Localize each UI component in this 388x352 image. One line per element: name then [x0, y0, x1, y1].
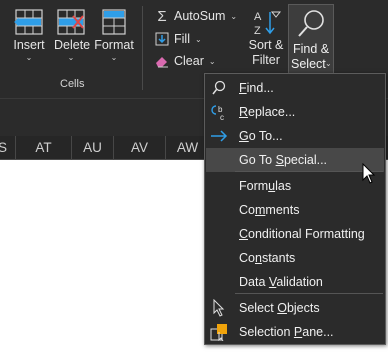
chevron-down-icon: ⌄ [230, 11, 238, 21]
chevron-down-icon: ⌄ [194, 34, 202, 44]
menu-separator [235, 293, 383, 294]
column-header[interactable]: S [0, 136, 16, 160]
menu-item[interactable]: Data Validation [206, 270, 384, 294]
delete-cells-icon [57, 9, 85, 35]
menu-item[interactable]: Constants [206, 246, 384, 270]
find-select-label-1: Find & [293, 42, 330, 56]
fill-down-icon [154, 31, 170, 47]
delete-label: Delete [54, 38, 91, 52]
find-select-button[interactable]: Find & Select ⌄ [288, 4, 334, 76]
sort-filter-label-2: Filter [252, 53, 280, 67]
menu-item-label: Replace... [239, 105, 296, 119]
menu-item[interactable]: Go To Special... [206, 148, 384, 172]
menu-item[interactable]: Select Objects [206, 296, 384, 320]
menu-item-label: Select Objects [239, 301, 320, 315]
format-cells-icon [102, 9, 126, 35]
insert-button[interactable]: Insert ⌄ [12, 8, 46, 63]
select-objects-icon [210, 299, 228, 317]
cells-group-label: Cells [60, 78, 85, 90]
excel-window: Insert ⌄ Delete ⌄ Format ⌄ Cells Σ AutoS… [0, 0, 388, 352]
chevron-down-icon: ⌄ [208, 56, 216, 66]
find-select-label-2: Select [291, 57, 326, 71]
chevron-down-icon: ⌄ [110, 53, 118, 62]
find-select-menu: Find... b c Replace... Go To... Go To Special… [204, 73, 386, 345]
clear-label: Clear [174, 54, 204, 68]
menu-item[interactable]: Formulas [206, 174, 384, 198]
clear-button[interactable]: Clear ⌄ [154, 51, 216, 71]
chevron-down-icon: ⌄ [325, 59, 332, 68]
chevron-down-icon: ⌄ [25, 53, 33, 62]
menu-item-label: Find... [239, 81, 274, 95]
menu-item-label: Constants [239, 251, 296, 265]
sort-filter-label-1: Sort & [248, 38, 284, 52]
fill-button[interactable]: Fill ⌄ [154, 29, 202, 49]
group-divider [142, 6, 143, 90]
eraser-icon [154, 53, 170, 69]
menu-item-label: Go To... [239, 129, 283, 143]
menu-item[interactable]: Selection Pane... [206, 320, 384, 344]
arrow-right-icon [210, 127, 228, 145]
format-label: Format [94, 38, 134, 52]
menu-item[interactable]: Go To... [206, 124, 384, 148]
autosum-button[interactable]: Σ AutoSum ⌄ [154, 6, 237, 26]
replace-icon: bc [210, 103, 228, 121]
menu-item[interactable]: b c Replace... [206, 100, 384, 124]
fill-label: Fill [174, 32, 190, 46]
chevron-down-icon: ⌄ [67, 53, 75, 62]
menu-item-label: Go To Special... [239, 153, 328, 167]
selection-pane-icon [210, 323, 228, 341]
search-icon [210, 79, 228, 97]
menu-item-label: Formulas [239, 179, 292, 193]
column-header[interactable]: AT [16, 136, 72, 160]
svg-text:Z: Z [254, 25, 261, 37]
mouse-pointer-icon [362, 163, 376, 184]
sort-filter-icon: A Z [254, 11, 282, 37]
column-header[interactable]: AV [114, 136, 166, 160]
svg-text:A: A [254, 11, 262, 23]
menu-item-label: Comments [239, 203, 300, 217]
magnifier-icon [298, 10, 324, 37]
autosum-label: AutoSum [174, 9, 226, 23]
menu-item[interactable]: Comments [206, 198, 384, 222]
menu-item-label: Selection Pane... [239, 325, 334, 339]
sigma-icon: Σ [157, 7, 167, 25]
delete-button[interactable]: Delete ⌄ [54, 8, 91, 63]
menu-item-label: Data Validation [239, 275, 323, 289]
menu-item-label: Conditional Formatting [239, 227, 365, 241]
column-header[interactable]: AU [72, 136, 114, 160]
format-button[interactable]: Format ⌄ [94, 8, 134, 63]
menu-item[interactable]: Conditional Formatting [206, 222, 384, 246]
menu-item[interactable]: Find... [206, 76, 384, 100]
sort-filter-button[interactable]: A Z Sort & Filter [246, 8, 286, 68]
svg-text:c: c [220, 113, 224, 121]
insert-label: Insert [13, 38, 45, 52]
insert-cells-icon [14, 9, 43, 35]
menu-separator [235, 171, 383, 172]
